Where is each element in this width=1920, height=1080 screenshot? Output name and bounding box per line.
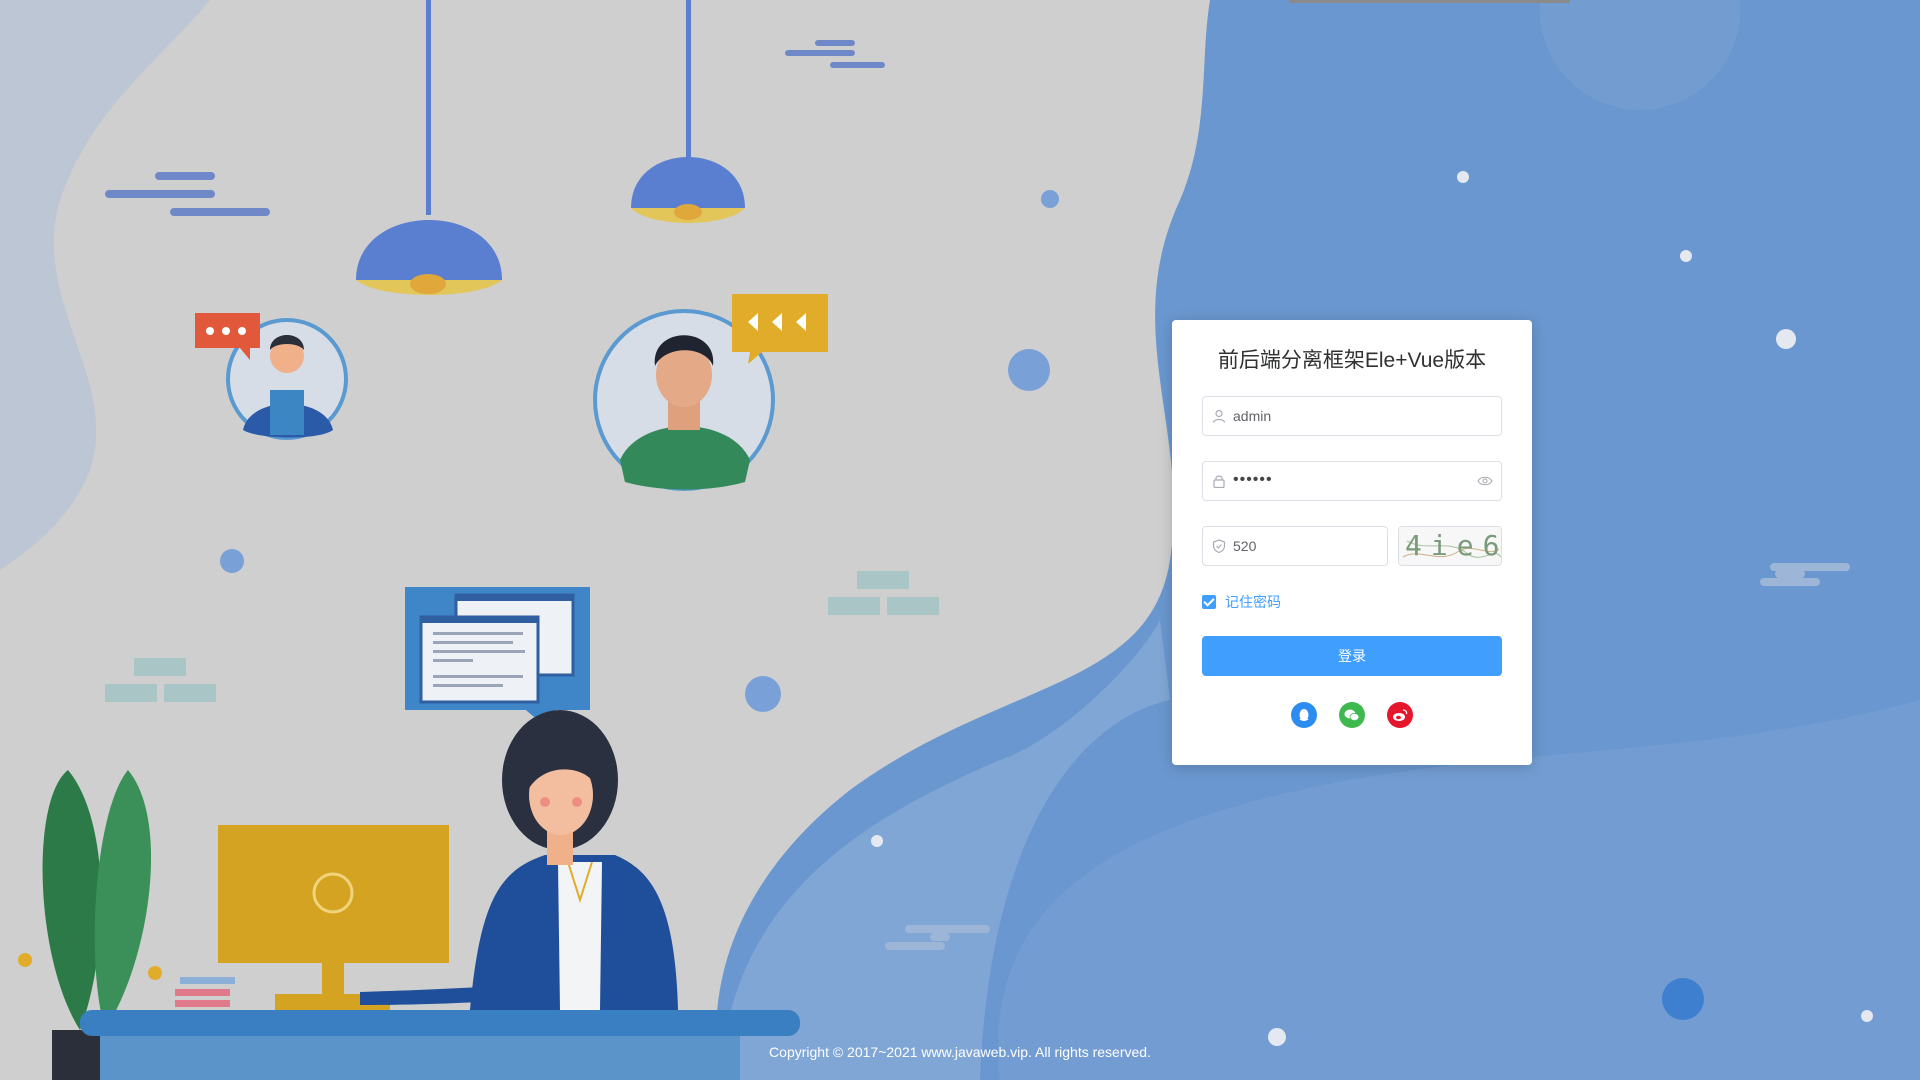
weibo-login-button[interactable]: [1387, 702, 1413, 728]
copyright-footer: Copyright © 2017~2021 www.javaweb.vip. A…: [769, 1044, 1151, 1060]
remember-password[interactable]: 记住密码: [1202, 594, 1281, 610]
login-card: 前后端分离框架Ele+Vue版本 admin •••••• 520 4ie6 记…: [1172, 320, 1532, 765]
user-icon: [1212, 409, 1226, 423]
qq-login-button[interactable]: [1291, 702, 1317, 728]
background-illustration: [0, 0, 1920, 1080]
wechat-icon: [1344, 709, 1360, 721]
weibo-icon: [1393, 709, 1408, 721]
shield-icon: [1212, 539, 1226, 553]
password-value: ••••••: [1233, 471, 1273, 488]
social-login: [1172, 702, 1532, 728]
password-field[interactable]: ••••••: [1202, 461, 1502, 501]
username-value: admin: [1233, 408, 1272, 424]
eye-icon[interactable]: [1477, 475, 1493, 487]
username-field[interactable]: admin: [1202, 396, 1502, 436]
remember-checkbox[interactable]: [1202, 595, 1216, 609]
lock-icon: [1213, 475, 1225, 488]
login-title: 前后端分离框架Ele+Vue版本: [1217, 349, 1487, 372]
remember-label: 记住密码: [1225, 594, 1281, 610]
captcha-image[interactable]: 4ie6: [1398, 526, 1502, 566]
login-button[interactable]: 登录: [1202, 636, 1502, 676]
wechat-login-button[interactable]: [1339, 702, 1365, 728]
qq-icon: [1299, 709, 1309, 721]
captcha-field[interactable]: 520: [1202, 526, 1388, 566]
captcha-value: 520: [1233, 538, 1257, 554]
captcha-text: 4ie6: [1405, 529, 1502, 562]
